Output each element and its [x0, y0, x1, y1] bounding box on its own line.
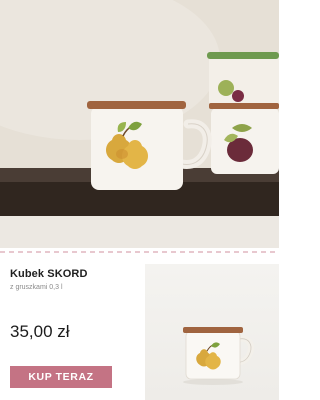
- hero-product-photo[interactable]: [0, 0, 279, 248]
- thumbnail-mug-illustration: [183, 327, 254, 385]
- product-description: z gruszkami 0,3 l: [10, 284, 63, 291]
- hero-mug-illustration: [0, 0, 279, 248]
- product-price: 35,00 zł: [10, 322, 70, 341]
- product-info: Kubek SKORD z gruszkami 0,3 l: [10, 268, 140, 291]
- buy-now-button[interactable]: KUP TERAZ: [10, 366, 112, 388]
- product-title[interactable]: Kubek SKORD: [10, 268, 140, 280]
- section-divider: [0, 249, 279, 255]
- product-thumbnail[interactable]: [145, 264, 279, 400]
